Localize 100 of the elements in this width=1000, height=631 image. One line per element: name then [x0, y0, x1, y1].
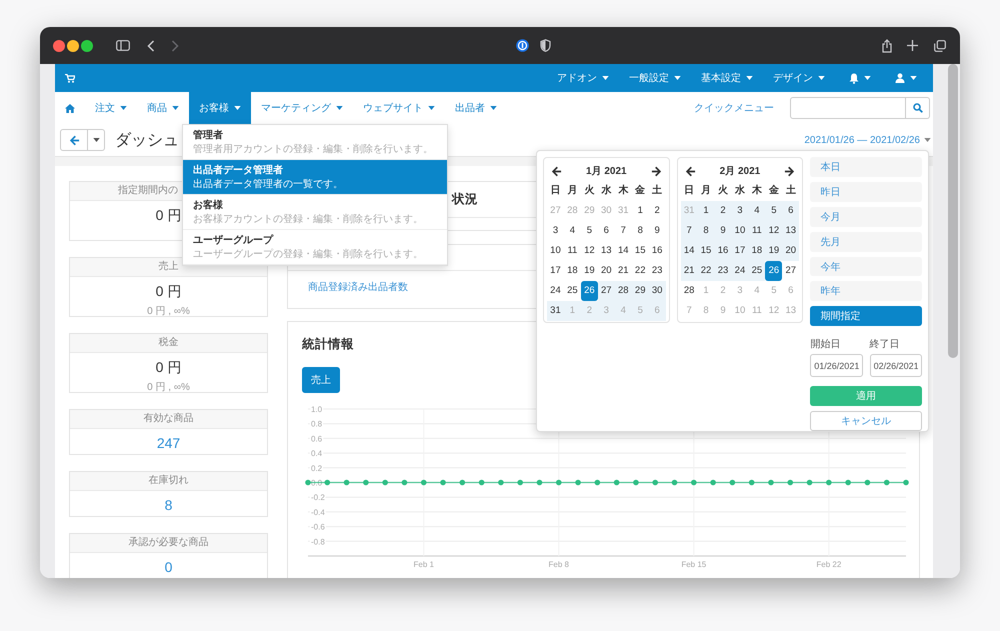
day-cell[interactable]: 16 [648, 241, 666, 261]
arrow-left-icon[interactable] [551, 166, 562, 176]
sales-button[interactable]: 売上 [302, 367, 340, 393]
nav-tab[interactable]: 出品者 [445, 92, 507, 124]
day-cell[interactable]: 31 [547, 301, 564, 321]
arrow-left-icon[interactable] [684, 166, 696, 176]
day-cell[interactable]: 10 [731, 221, 748, 241]
day-cell[interactable]: 16 [714, 241, 732, 261]
day-cell[interactable]: 8 [632, 221, 649, 241]
day-cell[interactable]: 17 [731, 241, 748, 261]
nav-tab[interactable]: マーケティング [251, 92, 353, 124]
day-cell[interactable]: 26 [580, 281, 598, 301]
day-cell[interactable]: 22 [698, 261, 715, 281]
axis-tick-label: -0.2 [311, 493, 325, 502]
day-cell[interactable]: 24 [731, 261, 748, 281]
day-cell[interactable]: 24 [547, 281, 564, 301]
day-cell[interactable]: 26 [765, 261, 782, 281]
day-cell[interactable]: 28 [680, 281, 698, 301]
day-cell[interactable]: 21 [680, 261, 698, 281]
nav-tab[interactable]: お客様 [189, 92, 251, 124]
top-menu[interactable]: デザイン [773, 71, 825, 85]
keyhole-icon[interactable] [516, 39, 529, 52]
day-cell[interactable]: 19 [765, 241, 782, 261]
day-cell[interactable]: 6 [598, 221, 615, 241]
day-cell[interactable]: 10 [547, 241, 564, 261]
day-cell[interactable]: 7 [614, 221, 632, 241]
menu-item[interactable]: お客様 お客様アカウントの登録・編集・削除を行います。 [183, 195, 447, 230]
day-cell[interactable]: 8 [698, 221, 715, 241]
search-button[interactable] [906, 97, 930, 119]
start-date-field[interactable]: 01/26/2021 [810, 354, 863, 378]
day-cell[interactable]: 9 [648, 221, 666, 241]
day-cell[interactable]: 15 [698, 241, 715, 261]
day-cell[interactable]: 1 [698, 201, 715, 221]
day-cell[interactable]: 14 [680, 241, 698, 261]
close-button[interactable] [53, 40, 65, 52]
sidebar-icon[interactable] [116, 40, 130, 51]
day-cell[interactable]: 30 [648, 281, 666, 301]
day-cell[interactable]: 27 [598, 281, 615, 301]
top-menu[interactable]: 一般設定 [629, 71, 681, 85]
zoom-button[interactable] [81, 40, 93, 52]
menu-item[interactable]: ユーザーグループ ユーザーグループの登録・編集・削除を行います。 [183, 230, 447, 265]
day-cell[interactable]: 9 [714, 221, 732, 241]
day-cell[interactable]: 27 [782, 261, 800, 281]
cart-icon[interactable] [65, 74, 75, 82]
day-cell[interactable]: 12 [580, 241, 598, 261]
day-cell[interactable]: 2 [714, 201, 732, 221]
day-cell[interactable]: 11 [564, 241, 581, 261]
home-icon[interactable] [65, 104, 75, 112]
day-cell[interactable]: 21 [614, 261, 632, 281]
day-cell[interactable]: 20 [598, 261, 615, 281]
nav-tab[interactable]: 注文 [85, 92, 137, 124]
day-cell[interactable]: 25 [564, 281, 581, 301]
day-cell[interactable]: 23 [648, 261, 666, 281]
end-date-field[interactable]: 02/26/2021 [870, 354, 922, 378]
minimize-button[interactable] [67, 40, 79, 52]
arrow-right-icon[interactable] [784, 166, 796, 176]
day-cell[interactable]: 3 [547, 221, 564, 241]
day-cell[interactable]: 3 [731, 201, 748, 221]
day-cell[interactable]: 11 [748, 221, 766, 241]
day-cell[interactable]: 2 [648, 201, 666, 221]
back-button[interactable] [60, 129, 88, 151]
day-cell[interactable]: 4 [564, 221, 581, 241]
day-cell[interactable]: 12 [765, 221, 782, 241]
menu-item[interactable]: 出品者データ管理者 出品者データ管理者の一覧です。 [183, 160, 447, 195]
day-cell[interactable]: 6 [782, 201, 800, 221]
day-cell[interactable]: 18 [564, 261, 581, 281]
day-cell[interactable]: 5 [765, 201, 782, 221]
shield-icon[interactable] [540, 39, 551, 52]
day-cell[interactable]: 14 [614, 241, 632, 261]
day-cell[interactable]: 13 [598, 241, 615, 261]
range-option[interactable]: 期間指定 [810, 306, 922, 326]
top-menu[interactable]: アドオン [557, 71, 609, 85]
dropdown-button[interactable] [88, 129, 105, 151]
user-menu[interactable] [895, 73, 917, 83]
day-cell[interactable]: 7 [680, 221, 698, 241]
data-point [382, 480, 388, 486]
day-cell[interactable]: 1 [632, 201, 649, 221]
share-icon[interactable] [882, 38, 892, 52]
day-cell[interactable]: 15 [632, 241, 649, 261]
day-cell[interactable]: 20 [782, 241, 800, 261]
day-cell[interactable]: 22 [632, 261, 649, 281]
day-cell[interactable]: 18 [748, 241, 766, 261]
day-cell[interactable]: 23 [714, 261, 732, 281]
day-cell[interactable]: 13 [782, 221, 800, 241]
top-menu[interactable]: 基本設定 [701, 71, 753, 85]
notifications-menu[interactable] [849, 72, 871, 84]
plus-icon[interactable] [907, 40, 918, 51]
tabs-icon[interactable] [934, 40, 946, 52]
search-field[interactable] [790, 97, 906, 119]
day-cell[interactable]: 4 [748, 201, 766, 221]
day-cell[interactable]: 25 [748, 261, 766, 281]
day-cell[interactable]: 28 [614, 281, 632, 301]
day-cell[interactable]: 17 [547, 261, 564, 281]
arrow-right-icon[interactable] [650, 166, 662, 176]
day-cell[interactable]: 5 [580, 221, 598, 241]
day-cell[interactable]: 19 [580, 261, 598, 281]
nav-tab[interactable]: ウェブサイト [353, 92, 445, 124]
back-icon[interactable] [147, 40, 155, 52]
nav-tab[interactable]: 商品 [137, 92, 189, 124]
day-cell[interactable]: 29 [632, 281, 649, 301]
